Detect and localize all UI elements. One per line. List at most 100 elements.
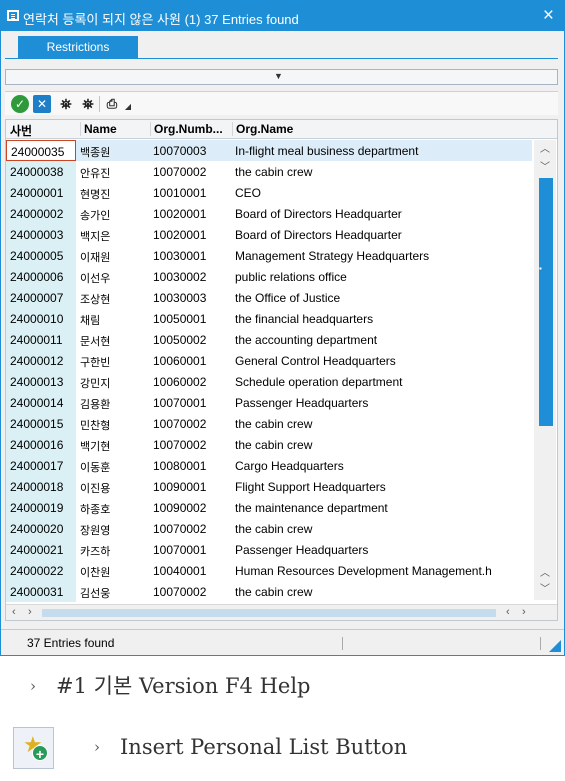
cell-name: 이동훈 — [80, 462, 111, 474]
status-text: 37 Entries found — [27, 636, 115, 650]
cell-orgname: the cabin crew — [235, 585, 313, 599]
scroll-thumb[interactable] — [539, 178, 553, 426]
table-row[interactable]: 24000001 현명진 10010001 CEO — [6, 182, 532, 203]
page-up-icon[interactable]: ︿ — [534, 566, 556, 582]
table-row[interactable]: 24000014 김용환 10070001 Passenger Headquarter… — [6, 392, 532, 413]
check-icon[interactable]: ✓ — [11, 95, 29, 113]
cell-orgnum: 10060001 — [153, 354, 207, 368]
f4-help-dialog: 연락처 등록이 되지 않은 사원 (1) 37 Entries found × … — [0, 0, 565, 656]
cell-orgnum: 10010001 — [153, 186, 207, 200]
page-down-icon[interactable]: ﹀ — [534, 582, 556, 598]
cell-orgnum: 10070002 — [153, 438, 207, 452]
table-row[interactable]: 24000013 강민지 10060002 Schedule operation de… — [6, 371, 532, 392]
cell-name: 김용환 — [80, 399, 111, 411]
cell-orgname: public relations office — [235, 270, 347, 284]
printer-icon[interactable]: ⎙ — [103, 95, 121, 113]
cell-orgnum: 10090002 — [153, 501, 207, 515]
close-icon[interactable]: × — [543, 5, 554, 27]
table-row[interactable]: 24000002 송가인 10020001 Board of Directors He… — [6, 203, 532, 224]
cell-orgnum: 10040001 — [153, 564, 207, 578]
table-row[interactable]: 24000020 장원영 10070002 the cabin crew — [6, 518, 532, 539]
binoculars-plus-icon[interactable]: ⛯ — [79, 95, 97, 113]
cell-orgnum: 10090001 — [153, 480, 207, 494]
cell-name: 이재원 — [80, 252, 111, 264]
table-row[interactable]: 24000011 문서현 10050002 the accounting depart… — [6, 329, 532, 350]
vertical-scrollbar[interactable]: ︿ ﹀ ▪ ︿ ﹀ — [534, 140, 556, 600]
cell-name: 현명진 — [80, 189, 111, 201]
col-header-name[interactable]: Name — [80, 122, 148, 136]
table-row[interactable]: 24000017 이동훈 10080001 Cargo Headquarters — [6, 455, 532, 476]
toolbar-divider — [99, 96, 100, 112]
cell-orgnum: 10030002 — [153, 270, 207, 284]
page-right-icon[interactable]: › — [522, 605, 526, 620]
binoculars-icon[interactable]: ⛯ — [57, 95, 75, 113]
cell-orgname: the maintenance department — [235, 501, 388, 515]
status-bar: 37 Entries found — [1, 629, 564, 655]
table-header: 사번 Name Org.Numb... Org.Name — [6, 120, 557, 139]
cell-name: 백기현 — [80, 441, 111, 453]
scroll-down-icon[interactable]: ﹀ — [534, 160, 556, 176]
col-header-orgname[interactable]: Org.Name — [232, 122, 532, 136]
title-bar[interactable]: 연락처 등록이 되지 않은 사원 (1) 37 Entries found × — [1, 1, 564, 31]
cell-orgname: the accounting department — [235, 333, 378, 347]
cell-pernr: 24000038 — [6, 161, 76, 182]
cell-name: 카즈하 — [80, 546, 111, 558]
cell-pernr: 24000001 — [6, 182, 76, 203]
cell-orgname: Passenger Headquarters — [235, 543, 369, 557]
cell-name: 안유진 — [80, 168, 111, 180]
cell-orgname: the cabin crew — [235, 417, 313, 431]
table-row[interactable]: 24000012 구한빈 10060001 General Control Headq… — [6, 350, 532, 371]
table-row[interactable]: 24000005 이재원 10030001 Management Strategy H… — [6, 245, 532, 266]
cell-orgnum: 10070001 — [153, 396, 207, 410]
scroll-left-icon[interactable]: ‹ — [12, 605, 16, 620]
cell-orgname: CEO — [235, 186, 262, 200]
table-row[interactable]: 24000006 이선우 10030002 public relations offi… — [6, 266, 532, 287]
cell-orgnum: 10030003 — [153, 291, 207, 305]
cell-name: 조상현 — [80, 294, 111, 306]
cell-name: 민찬형 — [80, 420, 111, 432]
cell-orgname: the cabin crew — [235, 522, 313, 536]
scroll-right-icon[interactable]: › — [28, 605, 32, 620]
horizontal-scrollbar[interactable]: ‹ › ‹ › — [6, 604, 557, 620]
col-header-orgnum[interactable]: Org.Numb... — [150, 122, 232, 136]
table-row[interactable]: 24000007 조상현 10030003 the Office of Justice — [6, 287, 532, 308]
cell-name: 백종원 — [80, 147, 111, 159]
page-left-icon[interactable]: ‹ — [506, 605, 510, 620]
cell-orgname: Board of Directors Headquarter — [235, 228, 402, 242]
insert-personal-list-button[interactable]: ★ + — [13, 727, 54, 769]
table-row[interactable]: 24000019 하종호 10090002 the maintenance depar… — [6, 497, 532, 518]
table-row[interactable]: 24000003 백지은 10020001 Board of Directors He… — [6, 224, 532, 245]
cell-pernr: 24000011 — [6, 329, 76, 350]
restrictions-splitter[interactable]: ▼ — [5, 69, 558, 85]
cancel-icon[interactable]: ✕ — [33, 95, 51, 113]
status-divider — [540, 637, 541, 650]
cell-orgnum: 10070002 — [153, 585, 207, 599]
table-row[interactable]: 24000031 김선웅 10070002 the cabin crew — [6, 581, 532, 602]
hscroll-thumb[interactable] — [42, 609, 496, 617]
table-row[interactable]: 24000022 이찬원 10040001 Human Resources Devel… — [6, 560, 532, 581]
tab-restrictions[interactable]: Restrictions — [18, 36, 138, 59]
resize-grip-icon[interactable] — [549, 640, 561, 652]
dropdown-arrow-icon[interactable]: ◢ — [123, 95, 133, 113]
table-row[interactable]: 24000016 백기현 10070002 the cabin crew — [6, 434, 532, 455]
cell-pernr: 24000012 — [6, 350, 76, 371]
cell-orgnum: 10030001 — [153, 249, 207, 263]
table-row[interactable]: 24000035 백종원 10070003 In-flight meal busine… — [6, 140, 532, 161]
cell-pernr: 24000006 — [6, 266, 76, 287]
results-table: 사번 Name Org.Numb... Org.Name 24000035 백종원… — [5, 119, 558, 621]
cell-pernr: 24000019 — [6, 497, 76, 518]
cell-orgnum: 10050002 — [153, 333, 207, 347]
collapse-arrow-icon[interactable]: ▼ — [274, 71, 283, 81]
table-row[interactable]: 24000021 카즈하 10070001 Passenger Headquarter… — [6, 539, 532, 560]
table-row[interactable]: 24000018 이진용 10090001 Flight Support Headqu… — [6, 476, 532, 497]
plus-circle-icon: + — [32, 745, 48, 762]
cell-name: 채림 — [80, 315, 101, 327]
table-row[interactable]: 24000038 안유진 10070002 the cabin crew — [6, 161, 532, 182]
col-header-pernr[interactable]: 사번 — [10, 122, 74, 139]
table-row[interactable]: 24000015 민찬형 10070002 the cabin crew — [6, 413, 532, 434]
scroll-up-icon[interactable]: ︿ — [534, 142, 556, 158]
note-insert-button-text: Insert Personal List Button — [120, 735, 408, 759]
table-row[interactable]: 24000010 채림 10050001 the financial headquar… — [6, 308, 532, 329]
chevron-right-icon: › — [30, 677, 36, 695]
cell-orgname: Flight Support Headquarters — [235, 480, 386, 494]
